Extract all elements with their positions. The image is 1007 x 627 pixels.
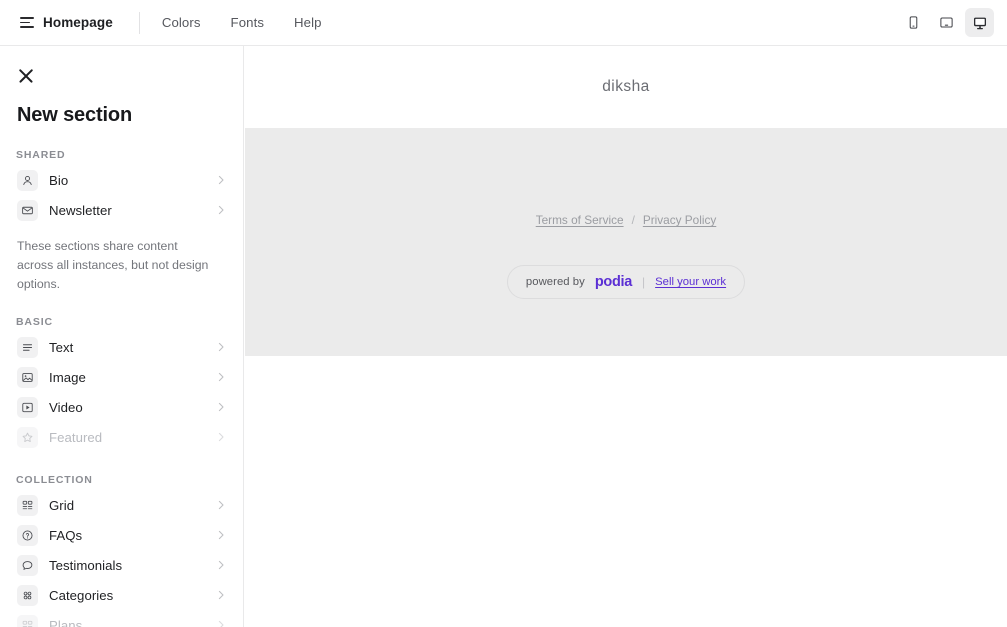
site-preview: diksha Terms of Service / Privacy Policy… (245, 46, 1007, 627)
sidebar-item-faqs[interactable]: FAQs (12, 520, 231, 550)
desktop-preview-button[interactable] (965, 8, 994, 37)
chevron-right-icon (218, 590, 224, 600)
grid-icon (17, 494, 38, 516)
sidebar-item-label: Featured (49, 429, 103, 445)
sidebar-item-newsletter[interactable]: Newsletter (12, 195, 231, 225)
text-lines-icon (17, 336, 38, 358)
podia-logo-text: podia (594, 274, 632, 290)
chevron-right-icon (218, 530, 224, 540)
powered-by-podia-badge: powered by podia | Sell your work (506, 265, 746, 299)
sidebar-item-label: Bio (49, 172, 69, 188)
star-icon (17, 426, 38, 448)
group-label-basic: BASIC (16, 316, 53, 328)
group-label-collection: COLLECTION (16, 474, 93, 486)
section-list-basic: Text Image Video Featured (0, 332, 243, 452)
question-circle-icon (17, 524, 38, 546)
sidebar-item-label: Testimonials (49, 557, 123, 573)
preview-empty-body (245, 356, 1007, 627)
speech-bubble-icon (17, 554, 38, 576)
new-section-panel: New section SHARED Bio Newsletter These … (0, 46, 244, 627)
image-icon (17, 366, 38, 388)
sidebar-item-video[interactable]: Video (12, 392, 231, 422)
homepage-menu-button[interactable]: Homepage (18, 11, 115, 34)
nav-item-help[interactable]: Help (294, 15, 322, 30)
chevron-right-icon (218, 560, 224, 570)
chevron-right-icon (218, 620, 224, 627)
privacy-policy-link[interactable]: Privacy Policy (643, 213, 716, 227)
toolbar-divider (138, 11, 140, 34)
sidebar-item-label: Image (49, 369, 86, 385)
shared-sections-note: These sections share content across all … (17, 239, 209, 291)
hamburger-icon (20, 17, 34, 28)
preview-site-footer: Terms of Service / Privacy Policy powere… (245, 128, 1007, 356)
tablet-icon (939, 15, 954, 30)
mobile-icon (906, 15, 921, 30)
site-logo-text: diksha (602, 78, 650, 95)
toolbar-nav: Colors Fonts Help (162, 15, 322, 30)
close-icon[interactable] (16, 66, 36, 86)
sidebar-item-bio[interactable]: Bio (12, 165, 231, 195)
sidebar-item-label: Video (49, 399, 83, 415)
toolbar-left-group: Homepage Colors Fonts Help (0, 0, 322, 45)
footer-legal-links: Terms of Service / Privacy Policy (536, 213, 717, 227)
legal-separator: / (631, 213, 635, 227)
top-toolbar: Homepage Colors Fonts Help (0, 0, 1007, 46)
grid-icon (17, 614, 38, 627)
mobile-preview-button[interactable] (899, 8, 928, 37)
envelope-icon (17, 199, 38, 221)
preview-site-header: diksha (245, 46, 1007, 128)
nav-item-fonts[interactable]: Fonts (231, 15, 264, 30)
person-icon (17, 169, 38, 191)
badge-separator: | (642, 275, 646, 289)
section-list-collection: Grid FAQs Testimonials Categories Plans (0, 490, 243, 627)
chevron-right-icon (218, 432, 224, 442)
sell-your-work-link[interactable]: Sell your work (655, 276, 726, 288)
homepage-menu-label: Homepage (43, 15, 113, 30)
sidebar-item-featured: Featured (12, 422, 231, 452)
sidebar-item-label: Newsletter (49, 202, 112, 218)
sidebar-item-label: Plans (49, 617, 83, 627)
chevron-right-icon (218, 500, 224, 510)
group-label-shared: SHARED (16, 149, 66, 161)
sidebar-item-categories[interactable]: Categories (12, 580, 231, 610)
chevron-right-icon (218, 372, 224, 382)
desktop-icon (972, 15, 988, 31)
panel-title: New section (17, 104, 133, 126)
tablet-preview-button[interactable] (932, 8, 961, 37)
chevron-right-icon (218, 175, 224, 185)
sidebar-item-testimonials[interactable]: Testimonials (12, 550, 231, 580)
sidebar-item-label: Text (49, 339, 74, 355)
sidebar-item-plans: Plans (12, 610, 231, 627)
panel-close-row (0, 46, 243, 86)
chevron-right-icon (218, 205, 224, 215)
sidebar-item-label: FAQs (49, 527, 83, 543)
four-dots-icon (17, 584, 38, 606)
sidebar-item-text[interactable]: Text (12, 332, 231, 362)
video-play-icon (17, 396, 38, 418)
nav-item-colors[interactable]: Colors (162, 15, 201, 30)
sidebar-item-grid[interactable]: Grid (12, 490, 231, 520)
sidebar-item-label: Categories (49, 587, 114, 603)
chevron-right-icon (218, 402, 224, 412)
device-preview-switcher (899, 8, 1007, 37)
chevron-right-icon (218, 342, 224, 352)
sidebar-item-label: Grid (49, 497, 75, 513)
terms-of-service-link[interactable]: Terms of Service (536, 213, 624, 227)
sidebar-item-image[interactable]: Image (12, 362, 231, 392)
section-list-shared: Bio Newsletter (0, 165, 243, 225)
powered-by-label: powered by (525, 276, 585, 288)
